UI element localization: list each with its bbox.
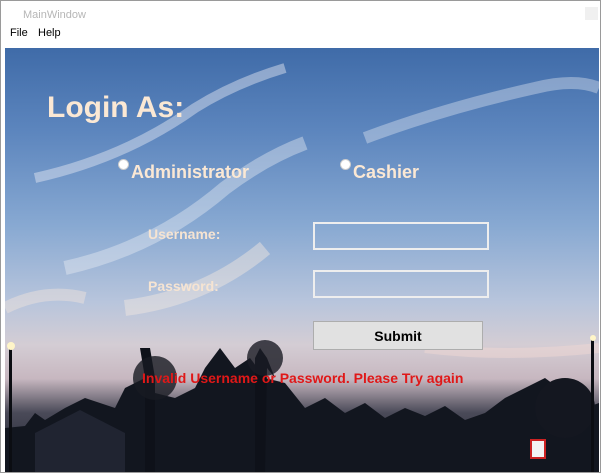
username-label: Username: <box>148 226 221 242</box>
role-administrator-label[interactable]: Administrator <box>131 162 249 183</box>
menu-bar: File Help <box>1 25 600 43</box>
login-panel: Login As: Administrator Cashier Username… <box>5 48 599 472</box>
title-bar[interactable]: MainWindow <box>1 1 600 25</box>
password-label: Password: <box>148 278 219 294</box>
error-message: Invalid Username or Password. Please Try… <box>142 370 464 386</box>
radio-circle-icon[interactable] <box>118 159 129 170</box>
password-input[interactable] <box>313 270 489 298</box>
radio-circle-icon[interactable] <box>340 159 351 170</box>
role-cashier-label[interactable]: Cashier <box>353 162 419 183</box>
submit-button[interactable]: Submit <box>313 321 483 350</box>
username-input[interactable] <box>313 222 489 250</box>
close-button[interactable] <box>585 7 598 20</box>
login-heading: Login As: <box>47 91 185 124</box>
window-title: MainWindow <box>23 9 86 21</box>
menu-help[interactable]: Help <box>38 27 61 39</box>
menu-file[interactable]: File <box>10 27 28 39</box>
main-window: MainWindow File Help Login As: Administr… <box>0 0 601 473</box>
